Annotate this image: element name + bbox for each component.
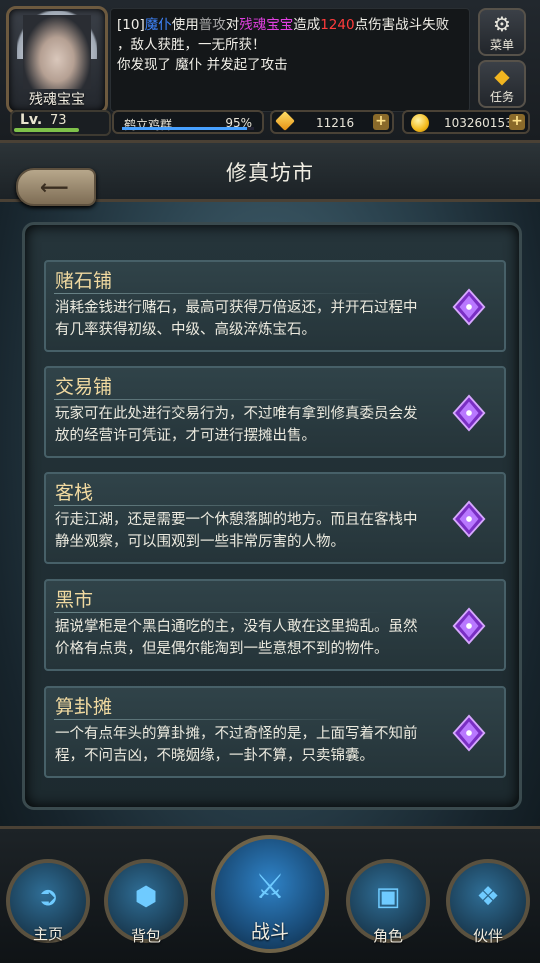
log-line-2: ，敌人获胜，一无所获！ [117,37,266,53]
divider [54,719,384,720]
log-damage: 1240 [320,17,355,33]
shop-name: 交易铺 [55,376,113,398]
nav-battle-label: 战斗 [250,921,289,943]
player-name: 残魂宝宝 [29,92,85,108]
top-header: 残魂宝宝 Lv. 73 [10]魔仆使用普攻对残魂宝宝造成1240点伤害战斗失败… [0,0,540,140]
back-button[interactable]: ⟵ [16,168,96,206]
nav-home-label: 主页 [32,925,63,943]
task-gem-icon: ◆ [494,64,510,88]
divider [54,293,384,294]
log-skill: 普攻 [198,17,226,33]
log-line-1: [10]魔仆使用普攻对残魂宝宝造成1240点伤害战斗失败 [117,17,450,33]
crystal-icon[interactable] [450,500,488,538]
nav-partner-label: 伙伴 [472,927,503,945]
tasks-button[interactable]: ◆ 任务 [478,60,526,108]
crystal-icon[interactable] [450,288,488,326]
divider [54,399,384,400]
shop-description: 一个有点年头的算卦摊，不过奇怪的是，上面写着不知前程，不问吉凶，不晓姻缘，一卦不… [55,726,418,764]
shop-name: 客栈 [55,482,94,504]
location-progress [122,127,254,130]
level-bar: Lv. 73 [10,110,111,136]
shop-description: 消耗金钱进行赌石，最高可获得万倍返还，并开石过程中有几率获得初级、中级、高级淬炼… [55,300,418,338]
location-name: 鹤立鸡群 [124,118,173,132]
log-target: 残魂宝宝 [239,17,294,33]
divider [54,505,384,506]
log-line-3: 你发现了 魔仆 并发起了攻击 [117,57,288,73]
location-bar: 鹤立鸡群 95% [112,110,264,134]
nav-character[interactable]: ▣ 角色 [346,859,430,959]
level-value: 73 [50,113,67,128]
gear-icon: ⚙ [493,12,511,36]
shop-name: 黑市 [55,589,94,611]
shop-black-market[interactable]: 黑市 据说掌柜是个黑白通吃的主，没有人敢在这里捣乱。虽然价格有点贵，但是偶尔能淘… [44,579,506,671]
coin-icon [411,114,429,132]
shop-inn[interactable]: 客栈 行走江湖，还是需要一个休憩落脚的地方。而且在客栈中静坐观察，可以围观到一些… [44,472,506,564]
menu-button[interactable]: ⚙ 菜单 [478,8,526,56]
shop-description: 据说掌柜是个黑白通吃的主，没有人敢在这里捣乱。虽然价格有点贵，但是偶尔能淘到一些… [55,619,418,657]
gold-amount: 103260153 [444,116,513,130]
tasks-label: 任务 [489,90,514,104]
add-gems-button[interactable]: + [373,114,389,130]
gold-counter: 103260153 + [402,110,530,134]
shop-fortune-teller[interactable]: 算卦摊 一个有点年头的算卦摊，不过奇怪的是，上面写着不知前程，不问吉凶，不晓姻缘… [44,686,506,778]
nav-bag-label: 背包 [130,927,161,945]
gem-icon [275,111,295,131]
avatar-portrait [23,15,91,89]
menu-label: 菜单 [489,38,514,52]
back-arrow-icon: ⟵ [40,175,69,199]
gem-amount: 11216 [316,116,355,130]
shop-name: 算卦摊 [55,696,113,718]
shop-name: 赌石铺 [55,270,113,292]
gem-counter: 11216 + [270,110,394,134]
crystal-icon[interactable] [450,714,488,752]
crystal-icon[interactable] [450,394,488,432]
battle-log: [10]魔仆使用普攻对残魂宝宝造成1240点伤害战斗失败 ，敌人获胜，一无所获！… [110,8,470,112]
shop-description: 玩家可在此处进行交易行为，不过唯有拿到修真委员会发放的经营许可凭证，才可进行摆摊… [55,406,418,444]
nav-partner[interactable]: ❖ 伙伴 [446,859,530,959]
nav-bag[interactable]: ⬢ 背包 [104,859,188,959]
add-gold-button[interactable]: + [509,114,525,130]
level-progress-fill [14,128,80,132]
shop-gamble-stone[interactable]: 赌石铺 消耗金钱进行赌石，最高可获得万倍返还，并开石过程中有几率获得初级、中级、… [44,260,506,352]
player-avatar[interactable]: 残魂宝宝 [6,6,108,114]
divider [54,612,384,613]
shop-trading[interactable]: 交易铺 玩家可在此处进行交易行为，不过唯有拿到修真委员会发放的经营许可凭证，才可… [44,366,506,458]
bottom-nav: ➲ 主页 ⬢ 背包 ⚔ 战斗 ▣ 角色 ❖ 伙伴 [0,826,540,963]
nav-battle[interactable]: ⚔ 战斗 [211,835,329,959]
level-label: Lv. [20,112,43,128]
crystal-icon[interactable] [450,607,488,645]
nav-character-label: 角色 [372,927,403,945]
nav-home[interactable]: ➲ 主页 [6,859,90,959]
log-attacker: 魔仆 [144,17,172,33]
shop-description: 行走江湖，还是需要一个休憩落脚的地方。而且在客栈中静坐观察，可以围观到一些非常厉… [55,512,418,550]
